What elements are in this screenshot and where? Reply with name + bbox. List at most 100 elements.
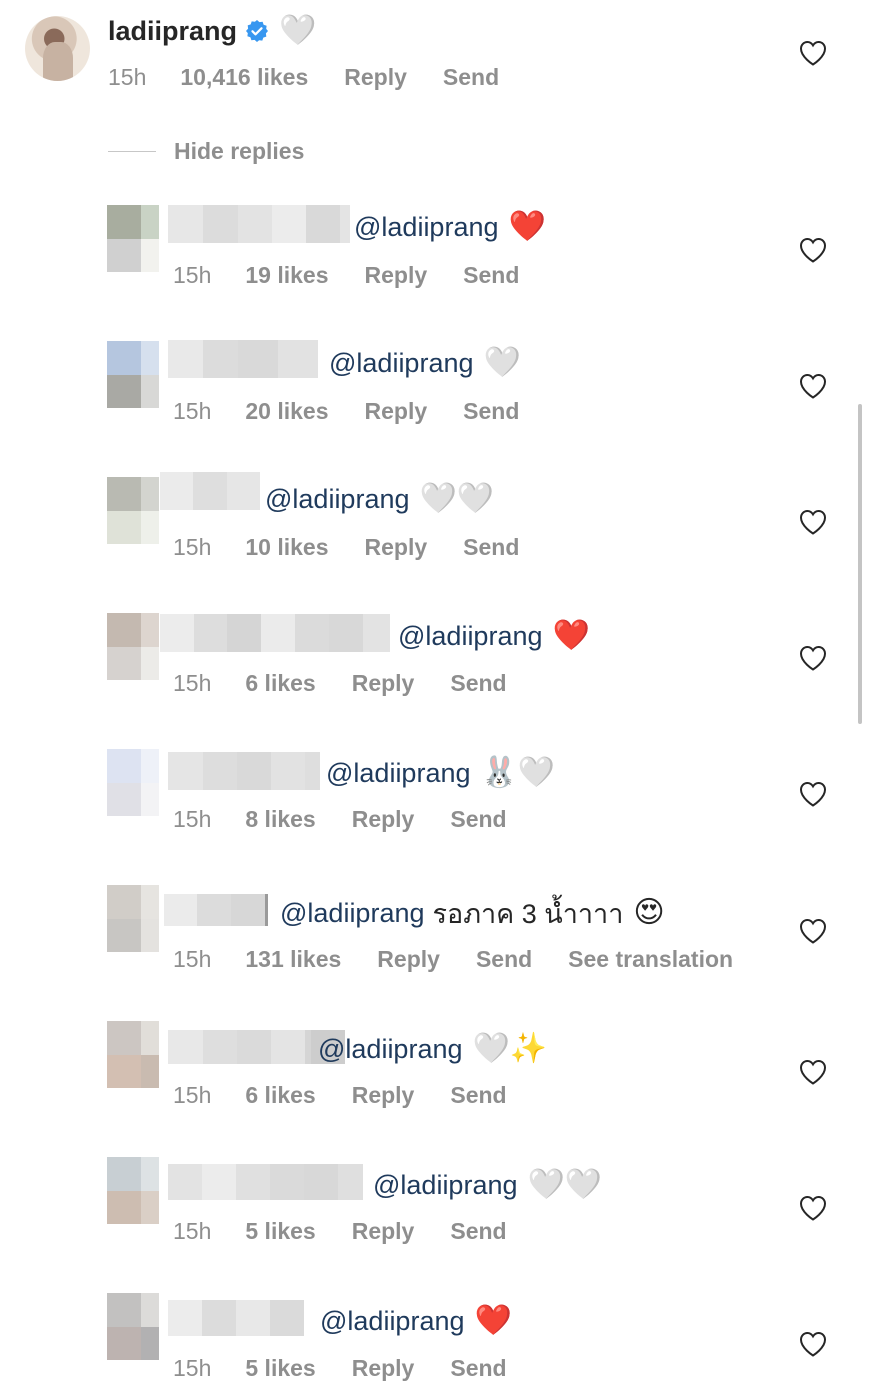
reply-button[interactable]: Reply [377, 946, 440, 973]
reply-button[interactable]: Reply [365, 534, 428, 561]
avatar[interactable] [107, 885, 159, 952]
avatar[interactable] [107, 749, 159, 816]
hide-replies-label: Hide replies [174, 138, 305, 164]
comment-meta: 15h 19 likes Reply Send [173, 262, 555, 289]
blurred-username[interactable] [168, 752, 320, 790]
see-translation-button[interactable]: See translation [568, 946, 733, 973]
likes-count[interactable]: 6 likes [245, 670, 315, 697]
avatar[interactable] [107, 1021, 159, 1088]
blurred-username[interactable] [168, 1164, 363, 1200]
reply-button[interactable]: Reply [365, 398, 428, 425]
likes-count[interactable]: 5 likes [245, 1355, 315, 1382]
comment-meta: 15h 5 likes Reply Send [173, 1218, 543, 1245]
heart-outline-icon[interactable] [799, 1059, 827, 1085]
mention-link[interactable]: @ladiiprang [326, 758, 471, 789]
blurred-username[interactable] [168, 340, 318, 378]
reply-comment: @ladiiprang ❤️ 15h 19 likes Reply Send [0, 200, 870, 320]
blurred-username[interactable] [168, 1300, 304, 1336]
mention-link[interactable]: @ladiiprang [318, 1034, 463, 1065]
heart-outline-icon[interactable] [799, 237, 827, 263]
main-comment: ladiiprang 🤍 15h 10,416 likes Reply Send [0, 0, 870, 110]
likes-count[interactable]: 19 likes [245, 262, 328, 289]
mention-link[interactable]: @ladiiprang [320, 1306, 465, 1337]
reply-button[interactable]: Reply [352, 1355, 415, 1382]
send-button[interactable]: Send [463, 262, 519, 289]
comment-header: ladiiprang 🤍 [108, 12, 316, 50]
heart-outline-icon[interactable] [799, 509, 827, 535]
scrollbar[interactable] [858, 404, 862, 724]
reply-comment: @ladiiprang 🐰🤍 15h 8 likes Reply Send [0, 744, 870, 864]
avatar[interactable] [107, 613, 159, 680]
send-button[interactable]: Send [450, 1218, 506, 1245]
red-heart-emoji: ❤️ [508, 210, 546, 243]
likes-count[interactable]: 131 likes [245, 946, 341, 973]
comment-meta: 15h 6 likes Reply Send [173, 670, 543, 697]
avatar[interactable] [25, 16, 90, 81]
comment-meta: 15h 5 likes Reply Send [173, 1355, 543, 1382]
verified-badge-icon [245, 19, 269, 43]
likes-count[interactable]: 6 likes [245, 1082, 315, 1109]
send-button[interactable]: Send [463, 398, 519, 425]
reply-button[interactable]: Reply [352, 1218, 415, 1245]
heart-outline-icon[interactable] [799, 918, 827, 944]
reply-text: @ladiiprang ❤️ [398, 617, 590, 655]
reply-text: @ladiiprang 🤍🤍 [265, 480, 494, 518]
avatar[interactable] [107, 205, 159, 272]
heart-outline-icon[interactable] [799, 645, 827, 671]
heart-outline-icon[interactable] [799, 1331, 827, 1357]
mention-link[interactable]: @ladiiprang [373, 1170, 518, 1201]
reply-button[interactable]: Reply [365, 262, 428, 289]
likes-count[interactable]: 10,416 likes [180, 64, 308, 91]
mention-link[interactable]: @ladiiprang [329, 348, 474, 379]
reply-button[interactable]: Reply [352, 670, 415, 697]
red-heart-emoji: ❤️ [552, 619, 590, 652]
avatar[interactable] [107, 1293, 159, 1360]
likes-count[interactable]: 8 likes [245, 806, 315, 833]
likes-count[interactable]: 20 likes [245, 398, 328, 425]
timestamp: 15h [108, 64, 147, 90]
send-button[interactable]: Send [450, 806, 506, 833]
comment-meta: 15h 10 likes Reply Send [173, 534, 555, 561]
send-button[interactable]: Send [463, 534, 519, 561]
reply-comment: @ladiiprang รอภาค 3 น้ำาาา 😍 15h 131 lik… [0, 882, 870, 1002]
comment-meta: 15h 131 likes Reply Send See translation [173, 946, 769, 973]
heart-outline-icon[interactable] [799, 781, 827, 807]
comment-meta: 15h 10,416 likes Reply Send [108, 64, 535, 91]
reply-button[interactable]: Reply [344, 64, 407, 91]
reply-button[interactable]: Reply [352, 1082, 415, 1109]
blurred-username[interactable] [168, 205, 350, 243]
heart-outline-icon[interactable] [799, 40, 827, 66]
timestamp: 15h [173, 670, 212, 696]
likes-count[interactable]: 10 likes [245, 534, 328, 561]
blurred-username[interactable] [160, 614, 390, 652]
white-heart-emoji: 🤍 [483, 346, 521, 379]
heart-eyes-emoji: 😍 [633, 896, 665, 929]
mention-link[interactable]: @ladiiprang [354, 212, 499, 243]
send-button[interactable]: Send [450, 1355, 506, 1382]
reply-comment: @ladiiprang 🤍✨ 15h 6 likes Reply Send [0, 1020, 870, 1140]
send-button[interactable]: Send [450, 1082, 506, 1109]
red-heart-emoji: ❤️ [474, 1304, 512, 1337]
send-button[interactable]: Send [476, 946, 532, 973]
rabbit-and-white-heart-emoji: 🐰🤍 [480, 756, 556, 789]
heart-outline-icon[interactable] [799, 1195, 827, 1221]
timestamp: 15h [173, 398, 212, 424]
mention-link[interactable]: @ladiiprang [398, 621, 543, 652]
reply-text: @ladiiprang 🤍🤍 [373, 1166, 602, 1204]
mention-link[interactable]: @ladiiprang [280, 898, 425, 929]
timestamp: 15h [173, 534, 212, 560]
white-heart-emoji: 🤍 [279, 14, 317, 47]
username[interactable]: ladiiprang [108, 16, 237, 47]
avatar[interactable] [107, 341, 159, 408]
likes-count[interactable]: 5 likes [245, 1218, 315, 1245]
send-button[interactable]: Send [450, 670, 506, 697]
hide-replies-toggle[interactable]: Hide replies [108, 138, 304, 165]
blurred-username[interactable] [160, 472, 260, 510]
blurred-username[interactable] [164, 894, 268, 926]
avatar[interactable] [107, 1157, 159, 1224]
send-button[interactable]: Send [443, 64, 499, 91]
avatar[interactable] [107, 477, 159, 544]
heart-outline-icon[interactable] [799, 373, 827, 399]
reply-button[interactable]: Reply [352, 806, 415, 833]
mention-link[interactable]: @ladiiprang [265, 484, 410, 515]
